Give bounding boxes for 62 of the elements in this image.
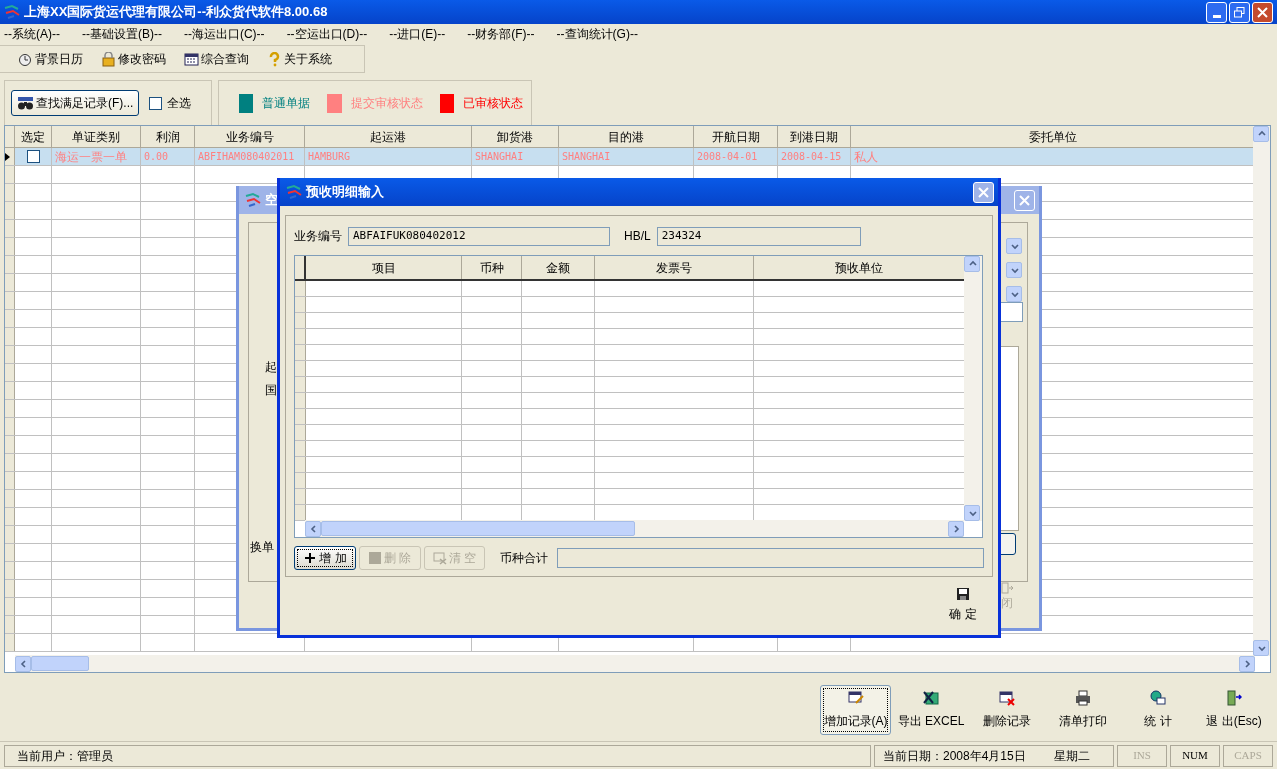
menu-item[interactable]: --海运出口(C)--: [183, 25, 265, 43]
menu-item[interactable]: --空运出口(D)--: [286, 25, 368, 43]
column-header[interactable]: 金额: [522, 256, 595, 279]
status-date: 当前日期：2008年4月15日: [883, 747, 1026, 765]
toolbar-button[interactable]: 退 出(Esc): [1197, 684, 1271, 735]
legend-label: 提交审核状态: [350, 95, 423, 112]
menu-item[interactable]: --基础设置(B)--: [82, 25, 162, 43]
field-label: 业务编号: [294, 228, 342, 245]
status-indicator: INS: [1117, 744, 1167, 767]
table-cell: 2008-04-15: [778, 148, 851, 165]
toolbar-button[interactable]: 导出 EXCEL: [895, 684, 967, 735]
status-indicator: CAPS: [1223, 744, 1273, 767]
field-label: 国: [265, 382, 277, 399]
input-field[interactable]: ABFAIFUK080402012: [348, 226, 610, 246]
toolbar-button[interactable]: 清单打印: [1047, 684, 1119, 735]
column-header[interactable]: 项目: [306, 256, 462, 279]
column-header[interactable]: 选定: [15, 126, 52, 147]
column-header[interactable]: 目的港: [559, 126, 694, 147]
column-header[interactable]: 起运港: [305, 126, 472, 147]
table-cell: SHANGHAI: [559, 148, 694, 165]
field-label: HB/L: [624, 228, 651, 245]
table-cell: ABFIHAM080402011: [195, 148, 305, 165]
confirm-button[interactable]: 确 定: [938, 585, 988, 625]
table-cell: SHANGHAI: [472, 148, 559, 165]
toolbar-button[interactable]: 删除记录: [971, 684, 1043, 735]
table-cell: 0.00: [141, 148, 195, 165]
window-title: 上海XX国际货运代理有限公司--利众货代软件8.00.68: [24, 3, 329, 22]
column-header[interactable]: 币种: [462, 256, 522, 279]
table-cell: 海运一票一单: [52, 148, 141, 165]
find-button[interactable]: 查找满足记录(F)...: [11, 90, 140, 116]
table-cell: HAMBURG: [305, 148, 472, 165]
column-header[interactable]: 业务编号: [195, 126, 305, 147]
status-weekday: 星期二: [1053, 747, 1090, 765]
menu-item[interactable]: --查询统计(G)--: [556, 25, 638, 43]
select-all-checkbox[interactable]: 全选: [149, 94, 192, 112]
menu-item[interactable]: --系统(A)--: [4, 25, 60, 43]
column-header[interactable]: 开航日期: [694, 126, 778, 147]
menu-item[interactable]: --进口(E)--: [389, 25, 446, 43]
legend-label: 已审核状态: [463, 95, 523, 112]
dialog-title: 空: [265, 191, 278, 210]
toolbar-button[interactable]: 综合查询: [182, 48, 251, 70]
table-cell: 2008-04-01: [694, 148, 778, 165]
toolbar-button[interactable]: 统 计: [1123, 684, 1193, 735]
column-header[interactable]: 到港日期: [778, 126, 851, 147]
column-header[interactable]: 单证类别: [52, 126, 141, 147]
column-header[interactable]: 发票号: [595, 256, 754, 279]
dialog-title: 预收明细输入: [306, 183, 385, 202]
column-header[interactable]: 利润: [141, 126, 195, 147]
status-user: 当前用户：管理员: [4, 744, 871, 767]
toolbar-button[interactable]: 背景日历: [16, 48, 85, 70]
input-field[interactable]: 234324: [656, 226, 861, 246]
legend-label: 普通单据: [262, 95, 311, 112]
menu-item[interactable]: --财务部(F)--: [467, 25, 535, 43]
field-label: 换单: [250, 539, 274, 556]
field-label: 起: [265, 359, 277, 376]
toolbar-button[interactable]: 增加记录(A): [820, 684, 891, 735]
toolbar-button[interactable]: 关于系统: [265, 48, 334, 70]
toolbar-button[interactable]: 修改密码: [99, 48, 168, 70]
column-header[interactable]: 卸货港: [472, 126, 559, 147]
status-indicator: NUM: [1170, 744, 1220, 767]
action-button[interactable]: 增 加: [294, 546, 356, 570]
field-label: 币种合计: [500, 550, 549, 567]
